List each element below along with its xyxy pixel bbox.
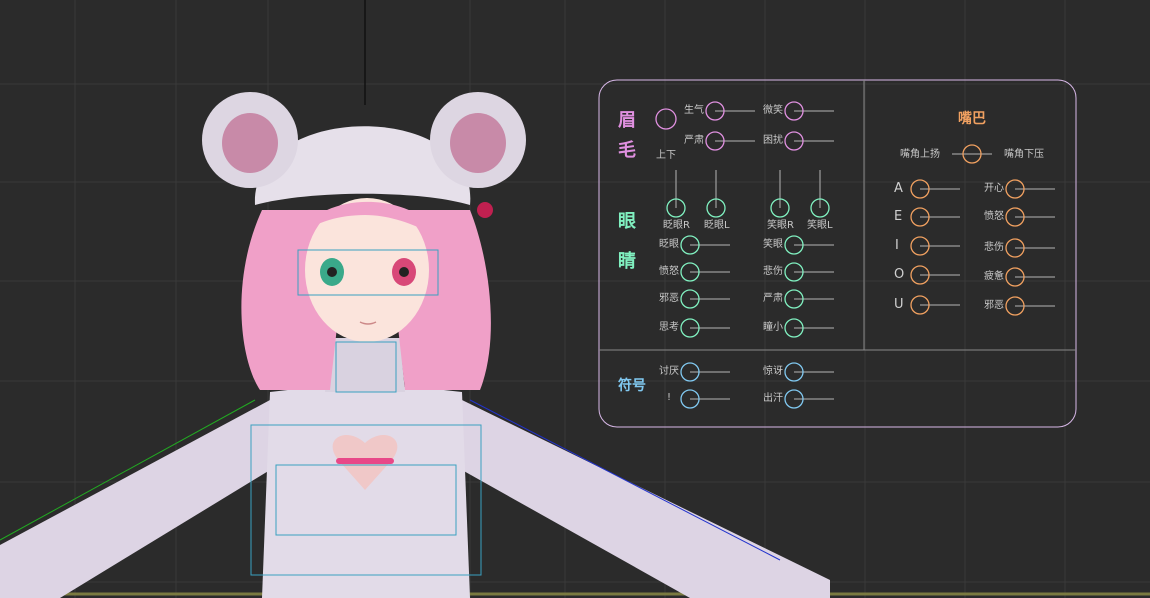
viewport-canvas[interactable]: [0, 0, 1150, 598]
brow-title-2: 毛: [618, 140, 636, 161]
brow-updown-label: 上下: [656, 150, 676, 161]
eye-title-1: 眼: [618, 211, 636, 232]
brow-slider-label-troubled: 困扰: [763, 135, 783, 146]
eye-vertical-label-blink-l: 眨眼L: [704, 220, 730, 231]
eye-slider-label-angry: 愤怒: [659, 266, 679, 277]
hair-bow: [477, 202, 493, 218]
symbol-slider-tracks: [690, 371, 834, 400]
mouth-slider-label-angry: 愤怒: [984, 211, 1004, 222]
mouth-slider-label-evil: 邪恶: [984, 300, 1004, 311]
eye-slider-label-sad: 悲伤: [763, 266, 783, 277]
mouth-corner-up-label: 嘴角上扬: [900, 149, 940, 160]
left-sleeve: [0, 400, 270, 598]
mouth-slider-label-sad: 悲伤: [984, 242, 1004, 253]
hat-ear-right-inner: [450, 113, 506, 173]
eye-slider-label-serious: 严肃: [763, 293, 783, 304]
eye-slider-label-pupil-small: 瞳小: [763, 322, 783, 333]
eye-slider-label-blink: 眨眼: [659, 239, 679, 250]
mouth-vowel-label-o: O: [894, 267, 905, 282]
brow-slider-label-smile: 微笑: [763, 105, 783, 116]
eye-slider-label-smile: 笑眼: [763, 239, 783, 250]
eye-vertical-label-blink-r: 眨眼R: [663, 220, 690, 231]
eye-vertical-label-smile-l: 笑眼L: [807, 220, 833, 231]
eye-vertical-tracks: [675, 170, 821, 208]
choker-strap: [336, 458, 394, 464]
pupil-right: [327, 267, 337, 277]
mouth-slider-label-happy: 开心: [984, 183, 1004, 194]
eye-slider-label-thinking: 思考: [659, 322, 679, 333]
hat-ear-left-inner: [222, 113, 278, 173]
pupil-left: [399, 267, 409, 277]
eye-slider-tracks: [690, 244, 834, 329]
3d-viewport[interactable]: 眉 毛 上下 生气 严肃 微笑 困扰 眼 睛 眨眼R 眨眼L 笑眼R 笑眼L 眨…: [0, 0, 1150, 598]
mouth-title: 嘴巴: [958, 111, 986, 127]
brow-slider-label-angry: 生气: [684, 105, 704, 116]
symbol-slider-label-surprised: 惊讶: [763, 366, 783, 377]
mouth-vowel-label-i: I: [895, 238, 899, 253]
torso: [262, 386, 470, 598]
mouth-slider-label-tired: 疲惫: [984, 271, 1004, 282]
eye-slider-label-evil: 邪恶: [659, 293, 679, 304]
symbol-slider-label-dislike: 讨厌: [659, 366, 679, 377]
eye-vertical-label-smile-r: 笑眼R: [767, 220, 794, 231]
mouth-vowel-label-e: E: [894, 209, 903, 224]
symbol-slider-label-exclaim: !: [667, 392, 672, 403]
mouth-vowel-label-u: U: [894, 297, 904, 312]
brow-updown-control[interactable]: [655, 108, 677, 130]
right-sleeve: [462, 400, 830, 598]
mouth-vowel-label-a: A: [894, 181, 903, 196]
brow-slider-label-serious: 严肃: [684, 135, 704, 146]
neck-collar: [325, 338, 405, 392]
brow-title-1: 眉: [618, 110, 636, 131]
eye-title-2: 睛: [618, 251, 636, 272]
mouth-corner-down-label: 嘴角下压: [1004, 149, 1044, 160]
character-model[interactable]: [0, 92, 830, 598]
symbol-title: 符号: [618, 378, 646, 394]
symbol-slider-label-sweat: 出汗: [763, 393, 783, 404]
